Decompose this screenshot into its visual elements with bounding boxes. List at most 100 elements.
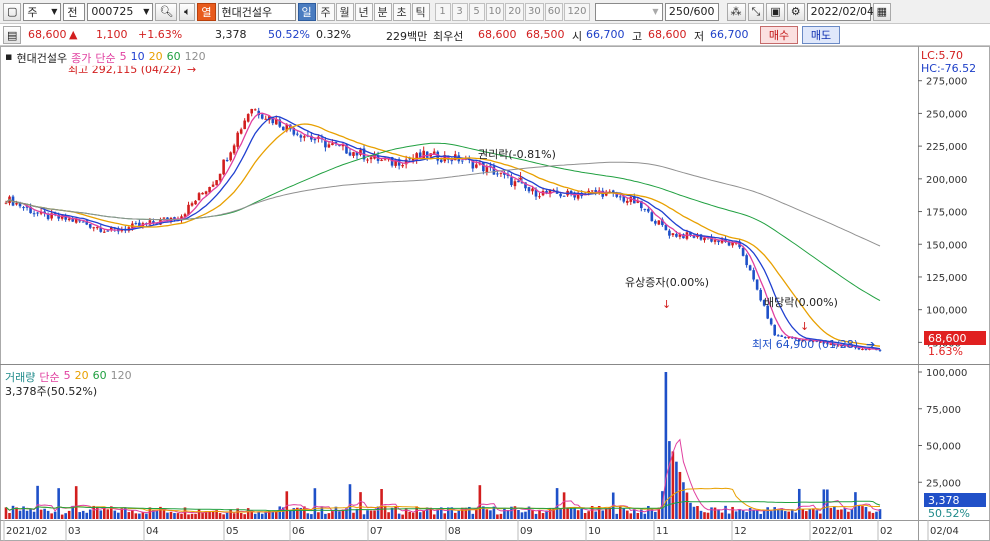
candle-body — [647, 209, 650, 212]
candle-body — [22, 207, 25, 209]
volume-bar — [534, 513, 538, 519]
gear-icon[interactable]: ⚙ — [786, 2, 805, 21]
interval-button[interactable]: 60 — [544, 2, 564, 21]
interval-input[interactable]: ▼ — [594, 2, 663, 21]
volume-bar — [348, 484, 352, 519]
volume-bar — [861, 506, 864, 519]
candle-body — [81, 221, 85, 223]
current-price-badge-text: 68,600 — [928, 332, 967, 345]
candle-body — [369, 157, 373, 160]
volume-bar — [566, 508, 569, 519]
date-input[interactable]: 2022/02/04 — [806, 2, 874, 21]
candle-body — [741, 247, 745, 256]
volume-bar — [815, 510, 819, 519]
candle-body — [625, 200, 629, 203]
x-tick-label: 06 — [292, 526, 305, 537]
volume-bar — [355, 508, 359, 519]
period-tab[interactable]: 일 — [297, 2, 316, 21]
volume-bar — [39, 509, 43, 519]
volume-bar — [850, 508, 854, 519]
volume-bar — [317, 512, 320, 519]
period-tab[interactable]: 틱 — [411, 2, 430, 21]
stock-name-field[interactable]: 현대건설우 — [217, 2, 296, 21]
calendar-icon[interactable]: ▦ — [872, 2, 892, 21]
high-label: 고 — [632, 30, 643, 43]
interval-button[interactable]: 3 — [451, 2, 468, 21]
candle-body — [482, 162, 485, 172]
stock-code-input[interactable]: 000725 ▼ — [87, 2, 154, 21]
chevron-down-icon: ▼ — [51, 7, 58, 16]
period-tab[interactable]: 년 — [354, 2, 373, 21]
period-tab[interactable]: 초 — [392, 2, 411, 21]
volume-bar — [418, 512, 422, 519]
interval-button[interactable]: 20 — [505, 2, 524, 21]
period-tab[interactable]: 월 — [335, 2, 354, 21]
volume-bar — [713, 507, 717, 519]
volume-bar — [4, 507, 8, 519]
candle-body — [201, 192, 204, 195]
candle-body — [197, 193, 201, 201]
chart-svg[interactable]: 275,000 250,000 225,000 200,000 175,000 150,0… — [0, 46, 990, 541]
volume-bar — [46, 510, 50, 519]
candle-body — [253, 109, 257, 111]
interval-button[interactable]: 5 — [468, 2, 485, 21]
toolbar: ▢ 주 ▼ 전 000725 ▼ 🔍︎ 🔈︎ 열 현대건설우 일주월년분초틱 1… — [0, 0, 990, 24]
volume-bar — [632, 509, 636, 519]
interval-button[interactable]: 120 — [564, 2, 590, 21]
volume-bar — [871, 512, 875, 519]
volume-bar — [289, 509, 292, 519]
volume-bar — [43, 508, 46, 519]
window-menu-button[interactable]: ▢ — [3, 2, 22, 21]
volume-bar — [113, 510, 117, 519]
info-toggle-icon[interactable]: ▤ — [3, 26, 22, 44]
volume-bar — [745, 512, 748, 519]
x-tick-label: 12 — [734, 526, 747, 537]
period-tab[interactable]: 분 — [373, 2, 392, 21]
candle-body — [668, 230, 671, 236]
volume-bar — [341, 509, 345, 519]
volume-bar — [138, 513, 141, 519]
volume-bar — [408, 511, 411, 519]
volume-bar — [773, 507, 776, 519]
alert-button[interactable]: 열 — [197, 2, 216, 21]
count-field[interactable]: 250/600 — [664, 2, 719, 21]
indicator-icon[interactable]: ⁂ — [726, 2, 746, 21]
market-type-select[interactable]: 주 ▼ — [23, 2, 62, 21]
speaker-icon[interactable]: 🔈︎ — [179, 2, 196, 21]
volume-bar — [390, 507, 394, 519]
interval-button[interactable]: 1 — [434, 2, 451, 21]
interval-button[interactable]: 30 — [524, 2, 544, 21]
save-icon[interactable]: ▣ — [766, 2, 785, 21]
legend-ma10: 10 — [130, 50, 145, 63]
volume-bar — [60, 514, 64, 519]
volume-bar — [703, 512, 706, 519]
volume-bar — [843, 507, 847, 519]
candle-body — [327, 144, 331, 148]
volume-bar — [604, 508, 608, 519]
volume-bar — [875, 511, 878, 519]
candle-body — [776, 335, 780, 337]
search-icon[interactable]: 🔍︎ — [155, 2, 178, 21]
candle-body — [106, 230, 110, 232]
candle-body — [32, 213, 36, 215]
volume-value-note: 3,378주(50.52%) — [5, 383, 98, 399]
price-tick-label: 275,000 — [926, 77, 967, 88]
x-tick-label: 2022/01 — [812, 526, 854, 537]
board-select[interactable]: 전 — [63, 2, 86, 21]
price-tick-label: 125,000 — [926, 273, 967, 284]
volume-bar — [797, 488, 801, 519]
interval-button[interactable]: 10 — [485, 2, 505, 21]
offering-arrow-icon: ↓ — [662, 298, 671, 311]
volume-bar — [489, 510, 492, 519]
rights-arrow-icon: ↓ — [516, 170, 525, 183]
candle-body — [618, 196, 622, 198]
sell-button[interactable]: 매도 — [802, 26, 840, 44]
buy-button[interactable]: 매수 — [760, 26, 798, 44]
candle-body — [313, 138, 317, 141]
volume-bar — [520, 512, 524, 519]
period-tab[interactable]: 주 — [316, 2, 335, 21]
draw-tool-icon[interactable]: ⤡ — [747, 2, 765, 21]
chart-area[interactable]: 275,000 250,000 225,000 200,000 175,000 150,0… — [0, 46, 990, 541]
volume-bar — [654, 511, 657, 519]
volume-bar — [643, 513, 647, 519]
